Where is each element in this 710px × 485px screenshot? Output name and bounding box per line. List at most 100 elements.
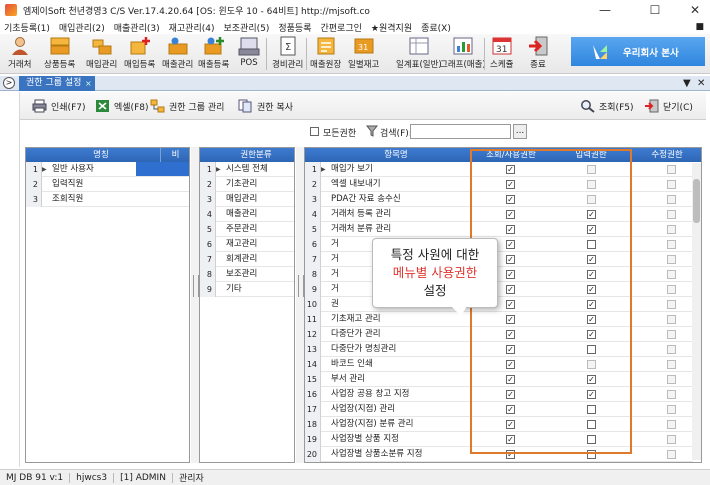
menu-quick-login[interactable]: 간편로그인 [321,21,362,34]
input-permission-checkbox[interactable]: ✓ [587,255,596,264]
toolbar-product-button[interactable]: 상품등록 [44,36,75,72]
group-note-header[interactable]: 비 [160,148,189,162]
input-permission-checkbox[interactable]: ✓ [587,285,596,294]
edit-perm-header[interactable]: 수정권한 [633,148,701,162]
tab-permission-group[interactable]: 권한 그룹 설정 [19,76,95,91]
item-name-header[interactable]: 항목명 [321,148,471,162]
left-splitter[interactable] [191,147,199,463]
view-permission-checkbox[interactable]: ✓ [506,450,515,459]
toolbar-expense-button[interactable]: Σ 경비관리 [272,36,303,72]
close-form-button[interactable]: 닫기(C) [644,98,693,114]
view-permission-checkbox[interactable]: ✓ [506,435,515,444]
table-row[interactable]: 16 사업장 공용 창고 지정 ✓ ✓ [305,387,693,402]
table-row[interactable]: 2 입력직원 [26,177,189,192]
toolbar-schedule-button[interactable]: 31 스케쥴 [490,36,513,72]
table-row[interactable]: 3 조회직원 [26,192,189,207]
view-permission-checkbox[interactable]: ✓ [506,300,515,309]
right-splitter[interactable] [296,147,304,463]
menu-restore-icon[interactable]: ■ [695,22,704,32]
input-permission-checkbox[interactable]: ✓ [587,300,596,309]
table-row[interactable]: 6 거 ✓ [305,237,693,252]
toolbar-customer-button[interactable]: 거래처 [8,36,31,72]
group-manage-button[interactable]: 권한 그룹 관리 [150,98,224,114]
view-permission-checkbox[interactable]: ✓ [506,240,515,249]
scrollbar-thumb[interactable] [693,179,700,223]
input-permission-checkbox[interactable]: ✓ [587,315,596,324]
panel-toggle-button[interactable]: > [3,77,15,89]
group-name-header[interactable]: 명칭 [42,148,160,162]
menu-stock[interactable]: 재고관리(4) [169,21,215,34]
table-row[interactable]: 4 거래처 등록 관리 ✓ ✓ [305,207,693,222]
table-row[interactable]: 9 기타 [200,282,294,297]
table-row[interactable]: 5 주문관리 [200,222,294,237]
table-row[interactable]: 7 거 ✓ ✓ [305,252,693,267]
table-row[interactable]: 6 재고관리 [200,237,294,252]
menu-license[interactable]: 정품등록 [278,21,311,34]
toolbar-pos-button[interactable]: POS [238,36,260,72]
excel-button[interactable]: 엑셀(F8) [95,98,149,114]
view-permission-checkbox[interactable]: ✓ [506,165,515,174]
minimize-button[interactable]: — [590,0,620,20]
input-permission-checkbox[interactable]: ✓ [587,210,596,219]
close-window-button[interactable]: ✕ [680,0,710,20]
input-permission-checkbox[interactable]: ✓ [587,375,596,384]
toolbar-sales-manage-button[interactable]: 매출관리 [162,36,193,72]
tab-close-icon[interactable]: × [85,76,92,91]
input-permission-checkbox[interactable]: ✓ [587,390,596,399]
view-permission-checkbox[interactable]: ✓ [506,345,515,354]
input-permission-checkbox[interactable] [587,240,596,249]
search-button[interactable]: 조회(F5) [580,98,634,114]
menu-sales[interactable]: 매출관리(3) [114,21,160,34]
tab-list-dropdown-icon[interactable]: ▼ [683,76,691,91]
view-permission-checkbox[interactable]: ✓ [506,330,515,339]
view-permission-checkbox[interactable]: ✓ [506,315,515,324]
input-permission-checkbox[interactable] [587,345,596,354]
menu-purchase[interactable]: 매입관리(2) [59,21,105,34]
maximize-button[interactable]: ☐ [640,0,670,20]
table-row[interactable]: 14 바코드 인쇄 ✓ [305,357,693,372]
view-permission-checkbox[interactable]: ✓ [506,285,515,294]
menu-exit[interactable]: 종료(X) [421,21,451,34]
toolbar-purchase-add-button[interactable]: 매입등록 [124,36,155,72]
permission-vertical-scrollbar[interactable] [692,163,701,460]
toolbar-sales-add-button[interactable]: 매출등록 [198,36,229,72]
input-permission-checkbox[interactable]: ✓ [587,225,596,234]
table-row[interactable]: 1 ▶ 시스템 전체 [200,162,294,177]
tab-area-close-icon[interactable]: ✕ [697,76,705,91]
input-permission-checkbox[interactable] [587,420,596,429]
toolbar-sales-chart-button[interactable]: 그래프(매출) [440,36,486,72]
table-row[interactable]: 18 사업장(지점) 분류 관리 ✓ [305,417,693,432]
toolbar-ledger-button[interactable]: 매출원장 [310,36,341,72]
menu-aux[interactable]: 보조관리(5) [224,21,270,34]
category-header[interactable]: 권한분류 [216,148,294,162]
table-row[interactable]: 1 ▶ 매입가 보기 ✓ [305,162,693,177]
table-row[interactable]: 13 다중단가 명칭관리 ✓ [305,342,693,357]
view-permission-checkbox[interactable]: ✓ [506,420,515,429]
print-button[interactable]: 인쇄(F7) [32,98,86,114]
table-row[interactable]: 11 기초재고 관리 ✓ ✓ [305,312,693,327]
permission-copy-button[interactable]: 권한 복사 [238,98,293,114]
table-row[interactable]: 2 엑셀 내보내기 ✓ [305,177,693,192]
input-perm-header[interactable]: 입력권한 [551,148,631,162]
view-permission-checkbox[interactable]: ✓ [506,375,515,384]
view-permission-checkbox[interactable]: ✓ [506,390,515,399]
input-permission-checkbox[interactable] [587,435,596,444]
toolbar-daily-stock-button[interactable]: 31 일별재고 [348,36,379,72]
table-row[interactable]: 19 사업장별 상품 지정 ✓ [305,432,693,447]
input-permission-checkbox[interactable] [587,405,596,414]
company-brand-button[interactable]: 우리회사 본사 [571,37,705,66]
search-browse-button[interactable]: ... [513,124,527,139]
table-row[interactable]: 8 거 ✓ ✓ [305,267,693,282]
input-permission-checkbox[interactable]: ✓ [587,330,596,339]
table-row[interactable]: 20 사업장별 상품소분류 지정 ✓ [305,447,693,462]
view-permission-checkbox[interactable]: ✓ [506,225,515,234]
all-permission-checkbox[interactable] [310,127,319,136]
view-perm-header[interactable]: 조회/사용권한 [473,148,549,162]
table-row[interactable]: 3 매입관리 [200,192,294,207]
table-row[interactable]: 15 부서 관리 ✓ ✓ [305,372,693,387]
view-permission-checkbox[interactable]: ✓ [506,360,515,369]
table-row[interactable]: 5 거래처 분류 관리 ✓ ✓ [305,222,693,237]
menu-remote[interactable]: ★원격지원 [371,21,412,34]
toolbar-daily-report-button[interactable]: 일계표(일반) [396,36,442,72]
toolbar-purchase-manage-button[interactable]: 매입관리 [86,36,117,72]
